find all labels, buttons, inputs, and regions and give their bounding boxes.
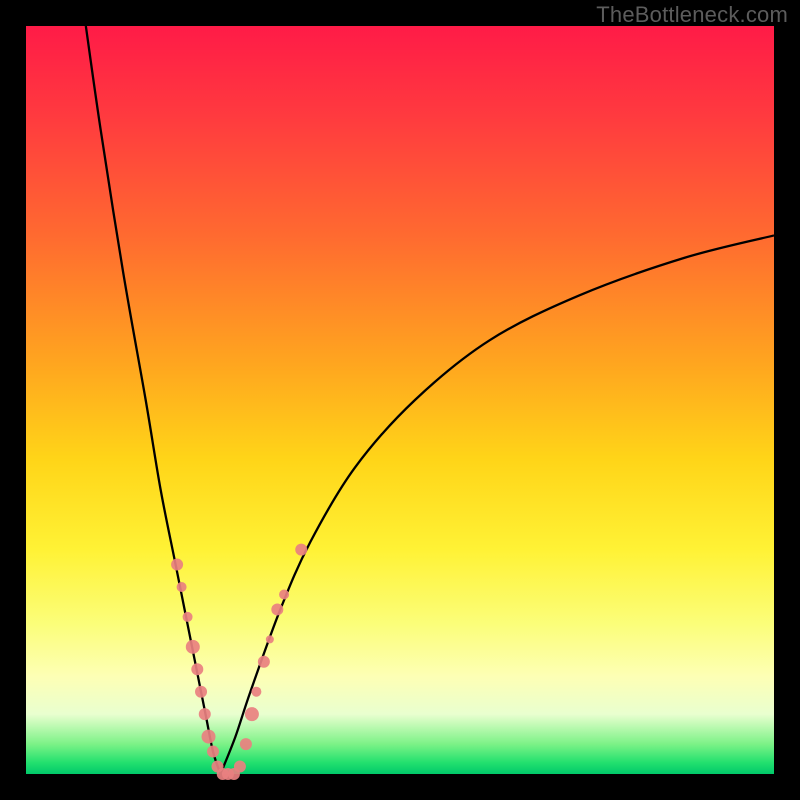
chart-frame: TheBottleneck.com [0,0,800,800]
data-marker [295,544,307,556]
chart-svg [26,26,774,774]
curve-right-branch [220,235,774,774]
data-marker [245,707,259,721]
data-marker [271,603,283,615]
data-marker [202,730,216,744]
data-marker [199,708,211,720]
data-marker [251,687,261,697]
watermark-text: TheBottleneck.com [596,2,788,28]
data-marker [177,582,187,592]
data-marker [234,761,246,773]
data-marker [183,612,193,622]
data-marker [258,656,270,668]
curve-left-branch [86,26,221,774]
data-marker [279,589,289,599]
data-markers-group [171,544,307,780]
plot-area [26,26,774,774]
data-marker [191,663,203,675]
data-marker [240,738,252,750]
data-marker [171,559,183,571]
data-marker [186,640,200,654]
data-marker [207,746,219,758]
data-marker [266,635,274,643]
data-marker [195,686,207,698]
